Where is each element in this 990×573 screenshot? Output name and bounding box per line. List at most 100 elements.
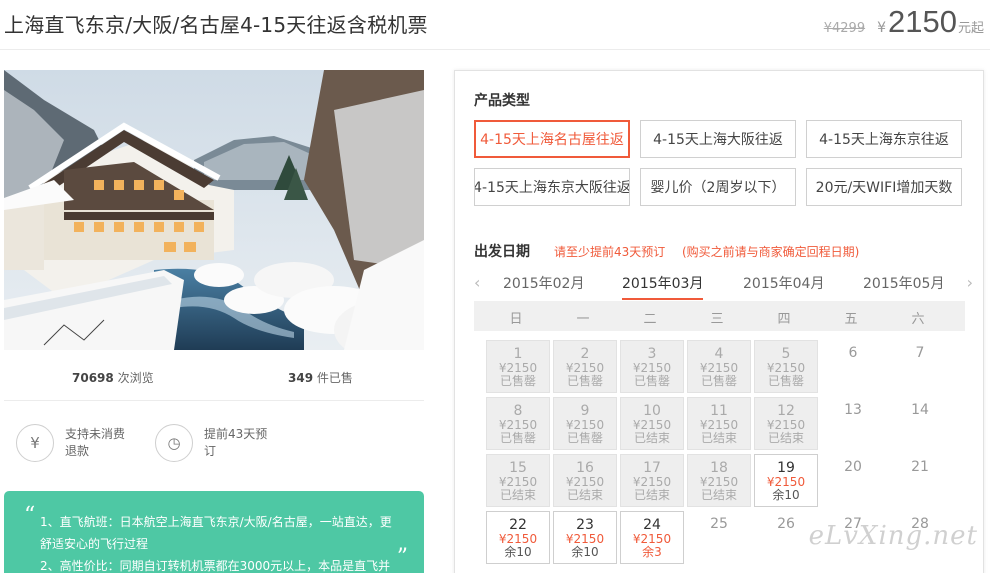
calendar-day: 6 (821, 340, 885, 393)
day-status: 余10 (772, 488, 800, 502)
product-type-option[interactable]: 婴儿价（2周岁以下） (640, 168, 796, 206)
price-box: ¥4299 ¥ 2150 元起 (824, 4, 984, 40)
views-count: 70698 (72, 371, 114, 385)
day-number: 25 (710, 516, 728, 532)
clock-icon: ◷ (155, 424, 193, 462)
day-number: 12 (777, 403, 795, 419)
advance-booking-feature: ◷ 提前43天预订 (155, 424, 274, 462)
day-status: 已结束 (566, 488, 603, 502)
weekday-label: 六 (911, 312, 925, 327)
product-photo[interactable] (4, 70, 424, 350)
highlights-box: “ 1、直飞航班：日本航空上海直飞东京/大阪/名古屋，一站直达，更舒适安心的飞行… (4, 491, 424, 573)
current-price: 2150 (888, 4, 957, 39)
product-type-label: 产品类型 (474, 93, 530, 109)
weekday-header: 日 一 二 三 四 五 六 (474, 301, 965, 331)
sold-stat: 349 件已售 (288, 369, 353, 386)
weekday-label: 日 (509, 312, 523, 327)
calendar-day: 20 (821, 454, 885, 507)
chevron-left-icon[interactable]: ‹ (474, 273, 480, 292)
calendar-day: 16 ¥2150 已结束 (553, 454, 617, 507)
product-type-option[interactable]: 4-15天上海大阪往返 (640, 120, 796, 158)
header-divider (0, 49, 990, 50)
calendar-day: 2 ¥2150 已售罄 (553, 340, 617, 393)
day-number: 6 (848, 345, 858, 361)
refund-feature-label: 支持未消费退款 (65, 427, 126, 458)
day-number: 17 (643, 460, 661, 476)
product-type-option[interactable]: 20元/天WIFI增加天数 (806, 168, 962, 206)
day-status: 已结束 (499, 488, 536, 502)
calendar-day[interactable]: 22 ¥2150 余10 (486, 511, 550, 564)
day-number: 7 (915, 345, 925, 361)
month-tab[interactable]: 2015年02月 (503, 273, 584, 293)
day-number: 18 (710, 460, 728, 476)
sold-label: 件已售 (316, 371, 353, 385)
day-number: 23 (576, 517, 594, 533)
day-status: 余10 (571, 545, 599, 559)
day-number: 24 (643, 517, 661, 533)
day-status: 已售罄 (566, 431, 603, 445)
calendar-day: 3 ¥2150 已售罄 (620, 340, 684, 393)
day-status: 已售罄 (499, 374, 536, 388)
views-label: 次浏览 (117, 371, 154, 385)
calendar-day[interactable]: 19 ¥2150 余10 (754, 454, 818, 507)
day-status: 已售罄 (566, 374, 603, 388)
price-suffix: 元起 (957, 21, 984, 36)
booking-panel: 产品类型 4-15天上海名古屋往返 4-15天上海大阪往返 4-15天上海东京往… (454, 70, 984, 573)
day-number: 4 (714, 346, 724, 362)
calendar-day: 5 ¥2150 已售罄 (754, 340, 818, 393)
day-number: 8 (513, 403, 523, 419)
month-tab[interactable]: 2015年04月 (743, 273, 824, 293)
weekday-label: 二 (643, 312, 657, 327)
calendar-day: 4 ¥2150 已售罄 (687, 340, 751, 393)
day-status: 已售罄 (767, 374, 804, 388)
day-status: 已结束 (767, 431, 804, 445)
day-status: 已结束 (633, 488, 670, 502)
calendar-day: 8 ¥2150 已售罄 (486, 397, 550, 450)
day-status: 已结束 (633, 431, 670, 445)
onsen-snow-scene (4, 70, 424, 350)
day-status: 已结束 (700, 431, 737, 445)
day-number: 19 (777, 460, 795, 476)
calendar-day: 14 (888, 397, 952, 450)
calendar-day: 21 (888, 454, 952, 507)
day-number: 20 (844, 459, 862, 475)
day-number: 10 (643, 403, 661, 419)
day-number: 16 (576, 460, 594, 476)
views-stat: 70698 次浏览 (72, 369, 154, 386)
calendar-day: 10 ¥2150 已结束 (620, 397, 684, 450)
day-number: 14 (911, 402, 929, 418)
day-status: 已售罄 (633, 374, 670, 388)
day-number: 15 (509, 460, 527, 476)
stats-divider (4, 400, 424, 401)
sold-count: 349 (288, 371, 314, 385)
highlight-line-1: 1、直飞航班：日本航空上海直飞东京/大阪/名古屋，一站直达，更舒适安心的飞行过程 (40, 515, 392, 551)
product-type-option[interactable]: 4-15天上海名古屋往返 (474, 120, 630, 158)
month-tab[interactable]: 2015年03月 (622, 273, 704, 300)
month-tab[interactable]: 2015年05月 (863, 273, 944, 293)
product-type-option[interactable]: 4-15天上海东京大阪往返 (474, 168, 630, 206)
calendar-day: 18 ¥2150 已结束 (687, 454, 751, 507)
calendar-day: 17 ¥2150 已结束 (620, 454, 684, 507)
day-number: 9 (580, 403, 590, 419)
calendar-day[interactable]: 23 ¥2150 余10 (553, 511, 617, 564)
day-status: 已结束 (700, 488, 737, 502)
day-number: 3 (647, 346, 657, 362)
highlight-line-2: 2、高性价比：同期自订转机机票都在3000元以上，本品是直飞并 (40, 559, 391, 573)
calendar-day: 12 ¥2150 已结束 (754, 397, 818, 450)
calendar-day[interactable]: 24 ¥2150 余3 (620, 511, 684, 564)
day-status: 已售罄 (700, 374, 737, 388)
calendar-day: 13 (821, 397, 885, 450)
close-quote-icon: ” (396, 545, 408, 570)
return-date-hint: (购买之前请与商家确定回程日期) (682, 245, 860, 259)
open-quote-icon: “ (24, 503, 36, 528)
day-number: 2 (580, 346, 590, 362)
chevron-right-icon[interactable]: › (967, 273, 973, 292)
calendar-day: 7 (888, 340, 952, 393)
product-title: 上海直飞东京/大阪/名古屋4-15天往返含税机票 (4, 13, 428, 37)
product-type-option[interactable]: 4-15天上海东京往返 (806, 120, 962, 158)
calendar-day: 15 ¥2150 已结束 (486, 454, 550, 507)
advance-booking-hint: 请至少提前43天预订 (554, 245, 666, 259)
weekday-label: 三 (710, 312, 724, 327)
weekday-label: 一 (576, 312, 590, 327)
calendar-day: 9 ¥2150 已售罄 (553, 397, 617, 450)
